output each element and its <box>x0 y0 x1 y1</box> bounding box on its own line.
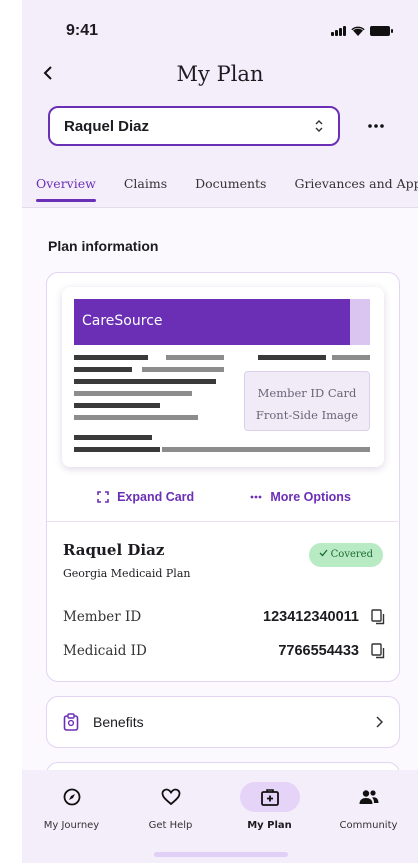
nav-community[interactable]: Community <box>324 782 414 863</box>
member-select[interactable]: Raquel Diaz <box>48 106 340 146</box>
benefits-list-item[interactable]: Benefits <box>46 696 400 748</box>
bottom-navigation: My Journey Get Help My Plan Community <box>22 770 418 863</box>
more-options-card-button[interactable]: More Options <box>250 483 351 511</box>
card-text-line <box>74 415 198 420</box>
card-text-line <box>332 355 370 360</box>
expand-icon <box>97 491 109 503</box>
people-icon <box>359 790 378 804</box>
plan-information-card: CareSource Member ID Card Front-Side Ima… <box>46 272 400 682</box>
heart-icon <box>161 788 180 806</box>
tab-bar: Overview Claims Documents Grievances and… <box>22 170 418 208</box>
tab-claims[interactable]: Claims <box>124 170 167 207</box>
card-banner-accent <box>350 299 370 345</box>
more-options-button[interactable] <box>360 108 392 142</box>
expand-card-button[interactable]: Expand Card <box>97 483 194 511</box>
member-id-label: Member ID <box>63 609 142 625</box>
nav-icon-container <box>42 782 102 812</box>
ellipsis-icon <box>250 495 262 499</box>
benefits-label: Benefits <box>93 714 144 730</box>
nav-get-help[interactable]: Get Help <box>126 782 216 863</box>
member-id-value: 123412340011 <box>263 609 359 625</box>
card-text-line <box>142 367 224 372</box>
status-badge-label: Covered <box>330 549 373 560</box>
nav-label: My Plan <box>247 820 292 831</box>
nav-label: My Journey <box>43 820 100 831</box>
medicaid-id-label: Medicaid ID <box>63 643 147 659</box>
card-text-line <box>74 447 160 452</box>
nav-label: Get Help <box>148 820 193 831</box>
card-text-line <box>74 391 192 396</box>
card-text-line <box>74 367 132 372</box>
card-text-line <box>74 355 148 360</box>
card-text-line <box>162 447 370 452</box>
medical-kit-icon <box>260 789 279 806</box>
app-header: 9:41 My Plan Raquel Diaz Overview Claims… <box>22 0 418 208</box>
member-select-value: Raquel Diaz <box>64 117 150 135</box>
plan-name: Georgia Medicaid Plan <box>63 567 191 580</box>
id-card-image-placeholder: Member ID Card Front-Side Image <box>244 371 370 431</box>
phone-screen: 9:41 My Plan Raquel Diaz Overview Claims… <box>22 0 418 863</box>
nav-label: Community <box>339 820 398 831</box>
card-divider <box>47 521 398 522</box>
member-name: Raquel Diaz <box>63 541 165 559</box>
page-title: My Plan <box>176 62 264 86</box>
member-id-row: Member ID 123412340011 <box>63 605 385 629</box>
chevron-right-icon <box>376 716 383 728</box>
nav-icon-container <box>141 782 201 812</box>
member-id-card-image[interactable]: CareSource Member ID Card Front-Side Ima… <box>62 287 384 467</box>
battery-icon <box>370 26 393 36</box>
copy-icon[interactable] <box>371 609 385 625</box>
copy-icon[interactable] <box>371 643 385 659</box>
card-text-line <box>258 355 326 360</box>
checkmark-icon <box>319 549 328 557</box>
chevron-up-down-icon <box>315 120 323 132</box>
nav-icon-container <box>239 782 300 812</box>
signal-icon <box>331 26 346 36</box>
card-actions: Expand Card More Options <box>47 483 401 511</box>
card-text-line <box>74 435 152 440</box>
placeholder-line-1: Member ID Card <box>257 386 357 400</box>
nav-icon-container <box>339 782 399 812</box>
tab-overview[interactable]: Overview <box>36 170 96 207</box>
card-brand-banner: CareSource <box>74 299 350 345</box>
card-text-line <box>166 355 224 360</box>
placeholder-line-2: Front-Side Image <box>255 408 359 422</box>
card-text-line <box>74 379 216 384</box>
status-badge: Covered <box>308 543 383 567</box>
nav-my-plan[interactable]: My Plan <box>225 782 315 863</box>
nav-my-journey[interactable]: My Journey <box>27 782 117 863</box>
status-time: 9:41 <box>66 22 99 39</box>
expand-card-label: Expand Card <box>117 490 195 504</box>
status-bar: 9:41 <box>22 18 418 48</box>
medicaid-id-value: 7766554433 <box>278 643 359 659</box>
medicaid-id-row: Medicaid ID 7766554433 <box>63 639 385 663</box>
home-indicator <box>154 852 288 857</box>
tab-documents[interactable]: Documents <box>195 170 266 207</box>
status-icons <box>331 26 393 36</box>
tab-grievances-and-appeals[interactable]: Grievances and Appeals <box>294 170 418 207</box>
wifi-icon <box>351 26 365 36</box>
compass-icon <box>63 788 80 806</box>
clipboard-icon <box>63 713 79 731</box>
card-text-line <box>74 403 160 408</box>
more-options-label: More Options <box>270 490 351 504</box>
ellipsis-icon <box>368 124 384 128</box>
section-title-plan-information: Plan information <box>48 238 159 254</box>
